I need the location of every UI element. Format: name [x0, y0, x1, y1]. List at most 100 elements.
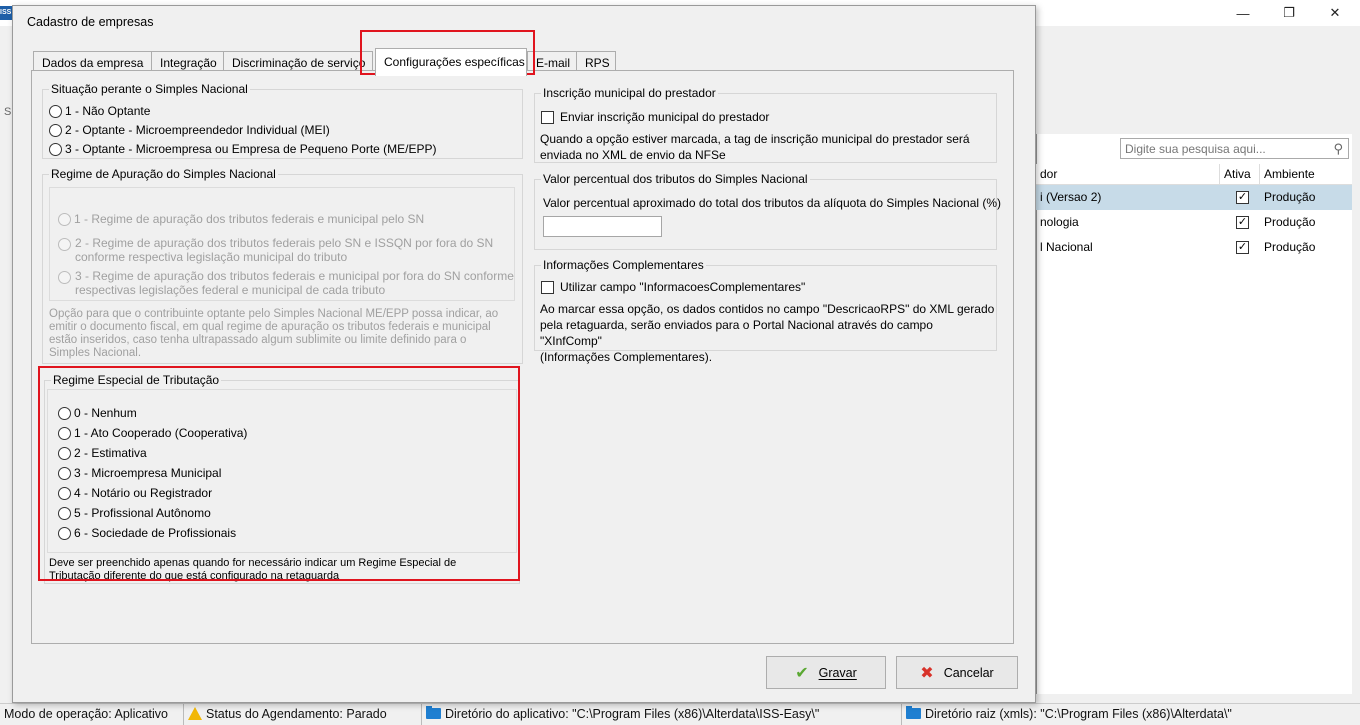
- radio-not-optant[interactable]: 1 - Não Optante: [49, 102, 150, 120]
- folder-icon: [906, 706, 921, 719]
- valor-percentual-label: Valor percentual aproximado do total dos…: [543, 196, 1002, 210]
- radio-regime-5[interactable]: 5 - Profissional Autônomo: [58, 504, 211, 522]
- group-simples-situation: Situação perante o Simples Nacional 1 - …: [42, 82, 523, 159]
- status-bar: Modo de operação: Aplicativo Status do A…: [0, 703, 1360, 725]
- desc-line: enviada no XML de envio da NFSe: [540, 148, 726, 162]
- active-checkbox[interactable]: ✓: [1236, 216, 1249, 229]
- desc-line: Ao marcar essa opção, os dados contidos …: [540, 302, 995, 316]
- save-button[interactable]: ✔ Gravar: [766, 656, 886, 689]
- regime-especial-note: Deve ser preenchido apenas quando for ne…: [49, 557, 517, 583]
- search-placeholder: Digite sua pesquisa aqui...: [1125, 142, 1266, 156]
- radio-label: 3 - Optante - Microempresa ou Empresa de…: [65, 142, 437, 156]
- radio-circle: [58, 271, 71, 284]
- group-regime-apuracao-options: 1 - Regime de apuração dos tributos fede…: [49, 187, 515, 301]
- note-line: estão inseridos, caso tenha ultrapassado…: [49, 334, 467, 346]
- close-window-icon[interactable]: ✕: [1312, 0, 1358, 26]
- active-checkbox[interactable]: ✓: [1236, 191, 1249, 204]
- radio-regime-0[interactable]: 0 - Nenhum: [58, 404, 137, 422]
- radio-circle[interactable]: [58, 486, 71, 500]
- check-icon: ✔: [795, 664, 809, 682]
- radio-label: 2 - Estimativa: [74, 446, 147, 460]
- col-active[interactable]: Ativa: [1220, 164, 1260, 185]
- desc-line: (Informações Complementares).: [540, 350, 713, 364]
- radio-circle[interactable]: [58, 446, 71, 460]
- row-name: l Nacional: [1040, 240, 1093, 254]
- cancel-button[interactable]: ✖ Cancelar: [896, 656, 1018, 689]
- table-row[interactable]: i (Versao 2) ✓ Produção: [1036, 185, 1352, 210]
- restore-icon[interactable]: ❐: [1266, 0, 1312, 26]
- checkbox-label: Enviar inscrição municipal do prestador: [560, 110, 770, 124]
- info-complementares-desc: Ao marcar essa opção, os dados contidos …: [540, 301, 995, 365]
- group-title: Inscrição municipal do prestador: [541, 86, 718, 100]
- dialog-title: Cadastro de empresas: [27, 15, 154, 29]
- group-title: Regime Especial de Tributação: [51, 373, 222, 387]
- row-environment: Produção: [1264, 190, 1316, 204]
- checkbox-box[interactable]: [541, 280, 554, 294]
- radio-regime-1[interactable]: 1 - Ato Cooperado (Cooperativa): [58, 424, 247, 442]
- radio-regime-4[interactable]: 4 - Notário ou Registrador: [58, 484, 212, 502]
- search-input[interactable]: Digite sua pesquisa aqui... ⚲: [1120, 138, 1349, 159]
- radio-circle[interactable]: [58, 506, 71, 520]
- note-line: Tributação diferente do que está configu…: [49, 570, 340, 582]
- table-row[interactable]: nologia ✓ Produção: [1036, 210, 1352, 235]
- checkbox-info-complementares[interactable]: Utilizar campo "InformacoesComplementare…: [541, 278, 805, 296]
- radio-label-line1: 3 - Regime de apuração dos tributos fede…: [75, 269, 514, 283]
- radio-me-epp[interactable]: 3 - Optante - Microempresa ou Empresa de…: [49, 140, 437, 158]
- radio-mei[interactable]: 2 - Optante - Microempreendedor Individu…: [49, 121, 330, 139]
- radio-circle[interactable]: [58, 406, 71, 420]
- radio-circle: [58, 212, 71, 226]
- radio-apuracao-3: 3 - Regime de apuração dos tributos fede…: [58, 269, 514, 297]
- tab-specific-settings[interactable]: Configurações específicas: [375, 48, 527, 76]
- radio-apuracao-2: 2 - Regime de apuração dos tributos fede…: [58, 236, 493, 264]
- status-root-dir: Diretório raiz (xmls): "C:\Program Files…: [902, 704, 1360, 725]
- group-regime-apuracao: Regime de Apuração do Simples Nacional 1…: [42, 167, 523, 364]
- col-environment[interactable]: Ambiente: [1260, 164, 1352, 185]
- radio-regime-3[interactable]: 3 - Microempresa Municipal: [58, 464, 221, 482]
- radio-regime-6[interactable]: 6 - Sociedade de Profissionais: [58, 524, 236, 542]
- active-checkbox[interactable]: ✓: [1236, 241, 1249, 254]
- radio-label-line2: respectivas legislações federal e munici…: [75, 283, 386, 297]
- radio-circle[interactable]: [58, 466, 71, 480]
- radio-circle[interactable]: [49, 142, 62, 156]
- desc-line: pela retaguarda, serão enviados para o P…: [540, 318, 933, 348]
- inscricao-desc: Quando a opção estiver marcada, a tag de…: [540, 131, 995, 163]
- save-button-label: Gravar: [818, 665, 857, 680]
- group-info-complementares: Informações Complementares Utilizar camp…: [534, 258, 997, 364]
- note-line: Deve ser preenchido apenas quando for ne…: [49, 557, 457, 569]
- status-schedule: Status do Agendamento: Parado: [184, 704, 422, 725]
- checkbox-box[interactable]: [541, 110, 554, 124]
- radio-label: 6 - Sociedade de Profissionais: [74, 526, 237, 540]
- radio-circle[interactable]: [58, 426, 71, 440]
- minimize-icon[interactable]: —: [1220, 0, 1266, 26]
- radio-label: 4 - Notário ou Registrador: [74, 486, 213, 500]
- status-app-dir-text: Diretório do aplicativo: "C:\Program Fil…: [445, 707, 820, 721]
- radio-label-line1: 2 - Regime de apuração dos tributos fede…: [75, 236, 494, 250]
- grid-header: dor Ativa Ambiente: [1036, 164, 1352, 185]
- status-root-dir-text: Diretório raiz (xmls): "C:\Program Files…: [925, 707, 1232, 721]
- radio-circle[interactable]: [58, 526, 71, 540]
- radio-label: 1 - Não Optante: [65, 104, 151, 118]
- warning-icon: [188, 707, 202, 720]
- checkbox-label: Utilizar campo "InformacoesComplementare…: [560, 280, 806, 294]
- company-dialog: Cadastro de empresas Dados da empresa In…: [12, 5, 1036, 703]
- left-stub-label: S: [4, 106, 12, 118]
- valor-percentual-input[interactable]: [543, 216, 662, 237]
- group-inscricao-municipal: Inscrição municipal do prestador Enviar …: [534, 86, 997, 163]
- radio-circle[interactable]: [49, 123, 62, 137]
- app-icon: ISS: [0, 6, 12, 20]
- table-row[interactable]: l Nacional ✓ Produção: [1036, 235, 1352, 260]
- status-schedule-text: Status do Agendamento: Parado: [206, 707, 387, 721]
- cancel-button-label: Cancelar: [943, 665, 994, 680]
- col-name[interactable]: dor: [1036, 164, 1220, 185]
- regime-apuracao-note: Opção para que o contribuinte optante pe…: [49, 308, 519, 360]
- checkbox-send-inscricao[interactable]: Enviar inscrição municipal do prestador: [541, 108, 769, 126]
- group-title: Informações Complementares: [541, 258, 706, 272]
- row-environment: Produção: [1264, 215, 1316, 229]
- group-title: Valor percentual dos tributos do Simples…: [541, 172, 810, 186]
- search-icon[interactable]: ⚲: [1333, 141, 1343, 157]
- radio-circle[interactable]: [49, 104, 62, 118]
- note-line: Simples Nacional.: [49, 347, 142, 359]
- radio-label: 1 - Ato Cooperado (Cooperativa): [74, 426, 248, 440]
- radio-regime-2[interactable]: 2 - Estimativa: [58, 444, 147, 462]
- folder-icon: [426, 706, 441, 719]
